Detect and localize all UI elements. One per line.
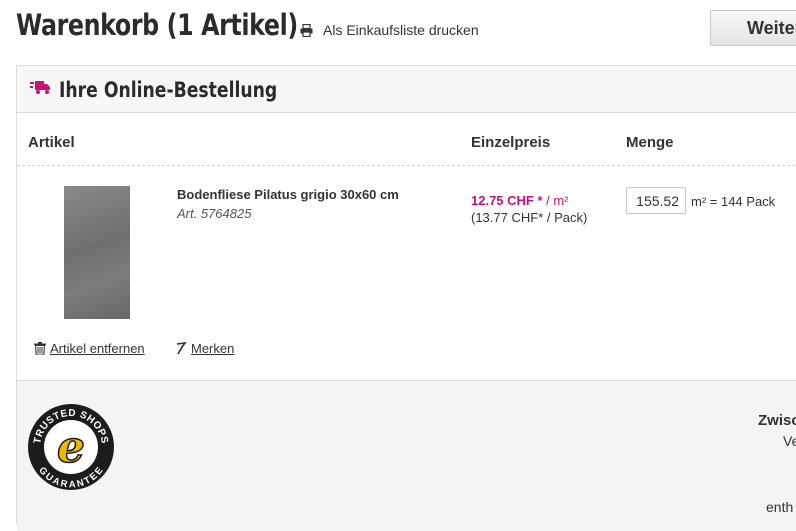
tax-included-label: enth <box>766 499 794 515</box>
svg-text:e: e <box>57 422 85 473</box>
shipping-label: Ve <box>783 433 796 449</box>
pin-icon <box>176 342 187 355</box>
remove-item-label: Artikel entfernen <box>50 341 145 356</box>
print-link-label: Als Einkaufsliste drucken <box>323 22 479 38</box>
column-header-unit-price: Einzelpreis <box>471 134 551 151</box>
unit-price: 12.75 CHF * / m² <box>471 193 569 208</box>
column-header-quantity: Menge <box>626 134 674 151</box>
price-per-m2: 12.75 CHF * <box>471 193 543 208</box>
divider <box>17 165 796 166</box>
subtotal-label: Zwisc <box>758 412 796 429</box>
order-panel: Ihre Online-Bestellung Artikel Einzelpre… <box>16 65 796 531</box>
quantity-input[interactable] <box>626 187 686 214</box>
product-thumbnail[interactable] <box>64 186 130 319</box>
continue-button[interactable]: Weiter <box>710 10 796 46</box>
quantity-unit: m² = 144 Pack <box>691 194 776 209</box>
print-shopping-list-link[interactable]: Als Einkaufsliste drucken <box>300 22 479 38</box>
save-item-link[interactable]: Merken <box>176 341 234 356</box>
save-item-label: Merken <box>191 341 235 356</box>
price-per-pack: (13.77 CHF* / Pack) <box>471 210 588 225</box>
trash-icon <box>34 342 46 355</box>
trusted-shops-badge[interactable]: TRUSTED SHOPS GUARANTEE e <box>27 403 115 491</box>
summary-area: TRUSTED SHOPS GUARANTEE e Zwisc Ve enth <box>17 380 796 531</box>
page-title: Warenkorb (1 Artikel) <box>16 8 298 42</box>
product-article-number: Art. 5764825 <box>177 206 252 221</box>
delivery-truck-icon <box>30 81 50 94</box>
remove-item-link[interactable]: Artikel entfernen <box>34 341 145 356</box>
order-panel-header: Ihre Online-Bestellung <box>17 66 796 113</box>
printer-icon <box>300 23 313 37</box>
product-name[interactable]: Bodenfliese Pilatus grigio 30x60 cm <box>177 187 399 202</box>
column-header-article: Artikel <box>28 134 75 151</box>
price-unit: / m² <box>546 193 569 208</box>
order-panel-title: Ihre Online-Bestellung <box>59 78 278 102</box>
